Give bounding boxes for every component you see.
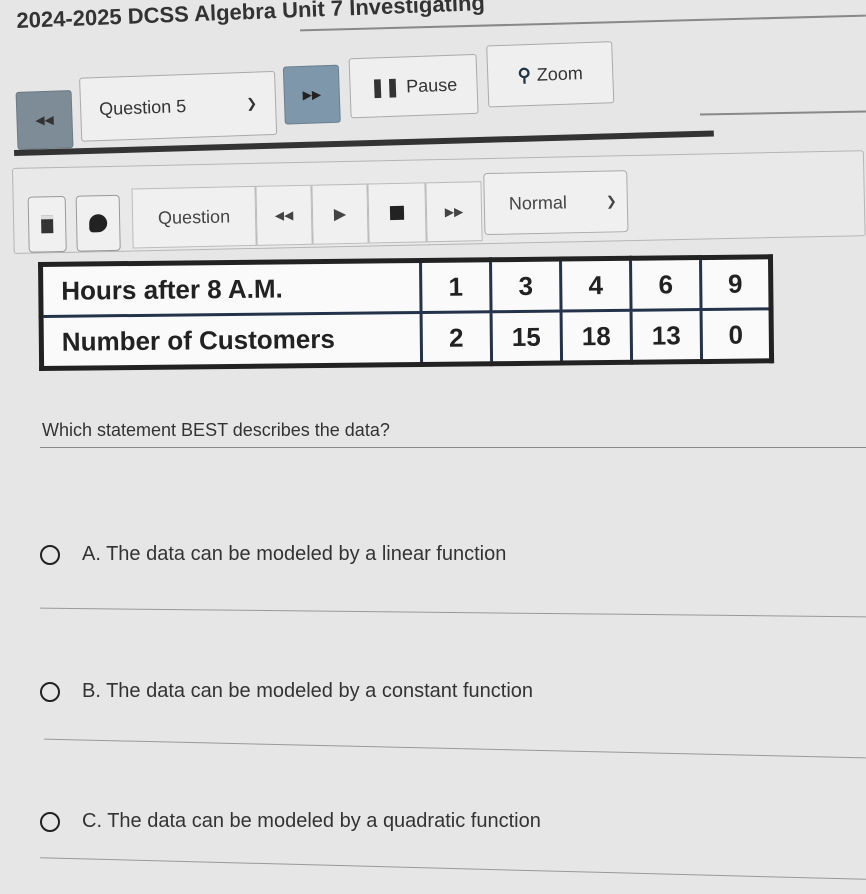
speed-select[interactable]: Normal ❯ — [483, 170, 629, 236]
highlighter-button[interactable] — [75, 194, 121, 252]
rewind-icon: ◀◀ — [274, 208, 294, 223]
fast-forward-icon: ▶▶ — [444, 204, 464, 219]
answer-choice-b[interactable]: B. The data can be modeled by a constant… — [40, 680, 533, 703]
table-row: Hours after 8 A.M. 1 3 4 6 9 — [40, 256, 772, 317]
choice-label: B. The data can be modeled by a constant… — [82, 680, 534, 702]
question-select[interactable]: Question 5 ❯ — [79, 70, 278, 142]
question-read-label: Question — [157, 205, 231, 228]
play-icon: ▶ — [333, 206, 347, 224]
question-prompt: Which statement BEST describes the data? — [42, 420, 390, 440]
notepad-button[interactable] — [27, 195, 67, 253]
zoom-button[interactable]: ⚲ Zoom — [486, 41, 615, 108]
stop-icon — [389, 205, 405, 221]
pause-icon: ❚❚ — [369, 76, 401, 98]
stop-button[interactable] — [367, 182, 427, 244]
zoom-label: Zoom — [536, 62, 584, 85]
answer-choice-a[interactable]: A. The data can be modeled by a linear f… — [40, 543, 506, 566]
previous-question-button[interactable]: ◀◀ — [15, 90, 74, 150]
divider — [40, 447, 866, 448]
table-cell: 3 — [490, 259, 562, 312]
table-cell: 0 — [701, 308, 772, 362]
row-header-text: Hours after 8 A.M. — [61, 272, 283, 306]
play-button[interactable]: ▶ — [311, 183, 369, 245]
divider — [40, 607, 866, 618]
choice-label: C. The data can be modeled by a quadrati… — [82, 810, 541, 832]
search-icon: ⚲ — [517, 64, 532, 85]
text-to-speech-toolbar: Question ◀◀ ▶ ▶▶ Normal ❯ — [12, 150, 866, 254]
page-title: 2024-2025 DCSS Algebra Unit 7 Investigat… — [16, 0, 486, 33]
pause-label: Pause — [405, 74, 458, 96]
radio-button[interactable] — [40, 544, 60, 565]
table-cell: 2 — [421, 311, 492, 365]
radio-button[interactable] — [40, 681, 60, 702]
next-question-button[interactable]: ▶▶ — [282, 64, 341, 125]
rewind-icon: ◀◀ — [35, 112, 55, 128]
chevron-down-icon: ❯ — [605, 193, 617, 209]
table-cell: 6 — [630, 257, 702, 311]
radio-button[interactable] — [40, 811, 60, 832]
data-table: Hours after 8 A.M. 1 3 4 6 9 Number of C… — [38, 254, 775, 371]
chevron-down-icon: ❯ — [245, 95, 258, 111]
table-cell: 15 — [491, 311, 562, 364]
notepad-icon — [40, 215, 54, 234]
row-header-text: Number of Customers — [61, 323, 336, 357]
row-header: Number of Customers — [41, 312, 422, 369]
table-cell: 1 — [420, 259, 492, 313]
navigation-toolbar: ◀◀ Question 5 ❯ ▶▶ ❚❚ Pause ⚲ Zoom — [14, 18, 866, 158]
question-select-value: Question 5 — [98, 95, 187, 119]
table-cell: 18 — [561, 310, 632, 364]
fast-forward-icon: ▶▶ — [302, 87, 322, 102]
row-header: Hours after 8 A.M. — [40, 260, 422, 317]
table-cell: 4 — [560, 258, 632, 312]
table-cell: 13 — [631, 309, 702, 363]
speed-select-value: Normal — [508, 191, 568, 214]
table-row: Number of Customers 2 15 18 13 0 — [41, 308, 772, 369]
table-cell: 9 — [700, 256, 772, 310]
divider — [40, 857, 866, 880]
pause-button[interactable]: ❚❚ Pause — [348, 53, 479, 119]
choice-label: A. The data can be modeled by a linear f… — [82, 543, 507, 565]
rewind-button[interactable]: ◀◀ — [255, 184, 313, 246]
divider — [44, 738, 866, 759]
answer-choice-c[interactable]: C. The data can be modeled by a quadrati… — [40, 810, 541, 833]
highlighter-icon — [88, 214, 108, 233]
question-read-button[interactable]: Question — [131, 185, 257, 249]
fast-forward-button[interactable]: ▶▶ — [425, 181, 483, 243]
